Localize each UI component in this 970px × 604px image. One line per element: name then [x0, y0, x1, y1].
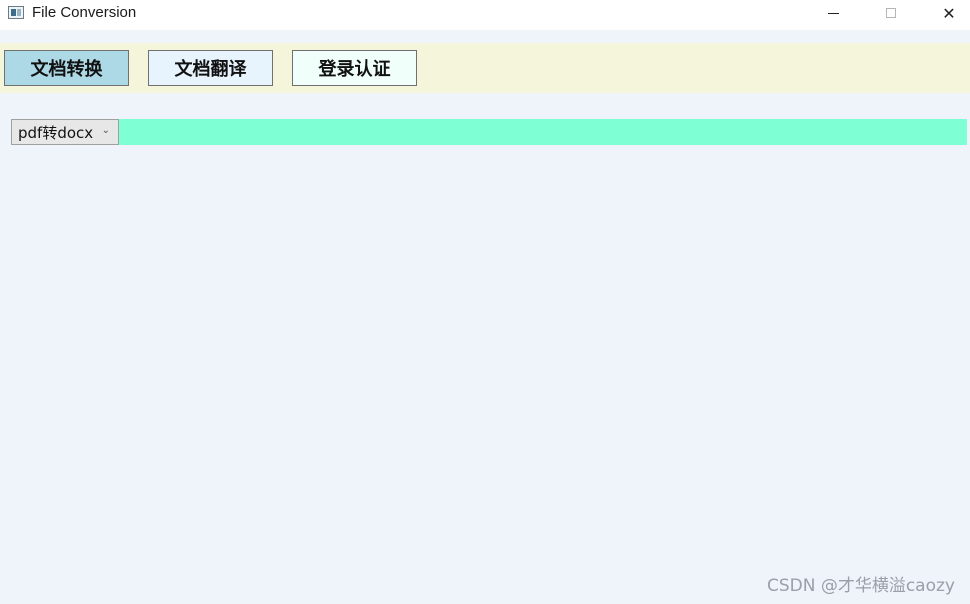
- app-window-icon: [8, 6, 24, 19]
- minimize-icon: [827, 12, 839, 14]
- close-button[interactable]: ✕: [926, 0, 970, 26]
- watermark: CSDN @才华横溢caozy: [766, 576, 955, 596]
- conversion-type-value: pdf转docx: [18, 123, 94, 142]
- window-title: File Conversion: [32, 4, 137, 21]
- minimize-button[interactable]: [810, 0, 856, 26]
- login-auth-button[interactable]: 登录认证: [292, 50, 417, 86]
- close-icon: ✕: [942, 3, 956, 23]
- maximize-icon: [886, 8, 896, 18]
- nav-bar: 文档转换 文档翻译 登录认证: [0, 43, 970, 93]
- document-convert-button[interactable]: 文档转换: [4, 50, 129, 86]
- title-bar: File Conversion ✕: [0, 0, 970, 30]
- document-translate-button[interactable]: 文档翻译: [148, 50, 273, 86]
- maximize-button[interactable]: [868, 0, 914, 26]
- chevron-down-icon: ⌄: [101, 125, 110, 136]
- conversion-type-select[interactable]: pdf转docx ⌄: [11, 119, 119, 145]
- conversion-panel: [119, 119, 967, 145]
